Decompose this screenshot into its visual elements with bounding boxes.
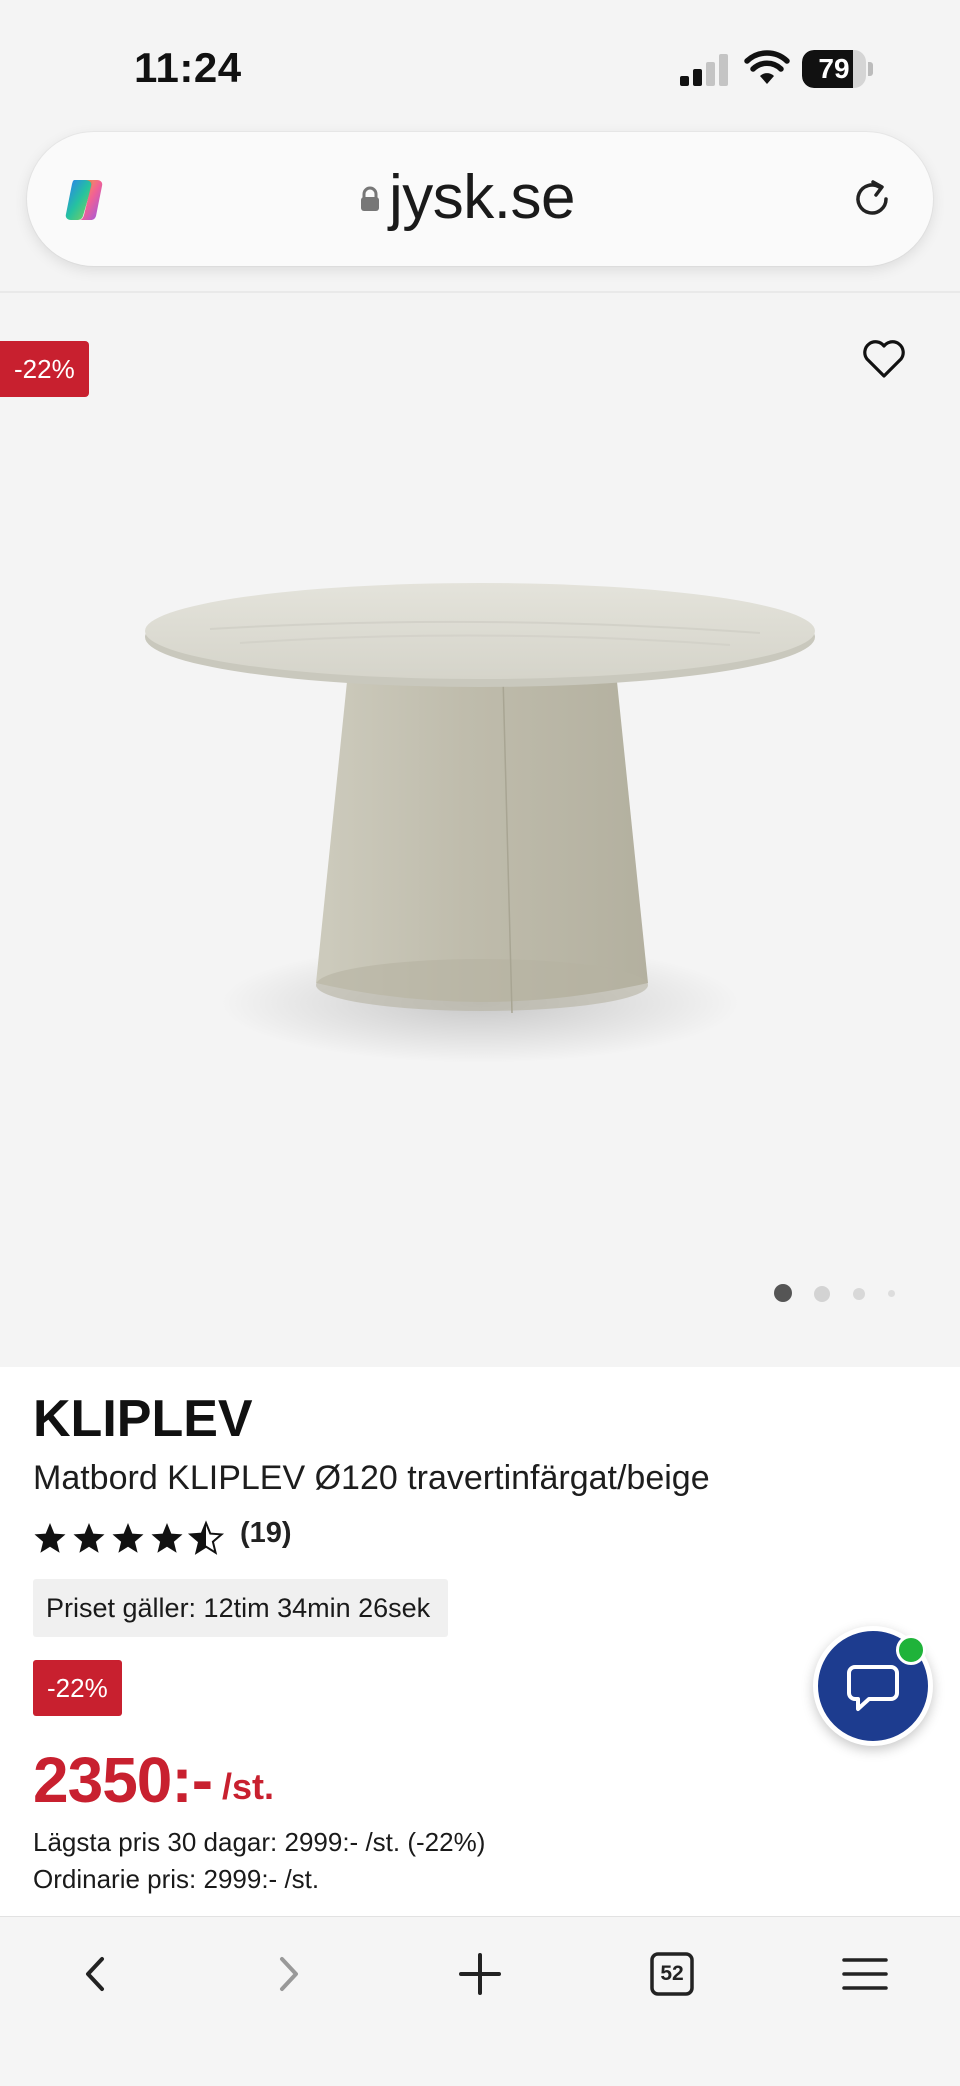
copilot-icon[interactable] [61,174,113,226]
battery-icon: 79 [802,50,873,88]
plus-icon [459,1953,501,1995]
product-image-gallery[interactable]: -22% [0,293,960,1367]
discount-badge: -22% [0,341,89,397]
cellular-signal-icon [680,54,728,86]
chevron-left-icon [86,1957,104,1991]
price-timer-box: Priset gäller: 12tim 34min 26sek [33,1579,448,1637]
rating-stars[interactable] [33,1519,233,1559]
product-info: KLIPLEV Matbord KLIPLEV Ø120 travertinfä… [0,1367,960,1916]
address-bar[interactable]: jysk.se [27,132,933,266]
gallery-indicator-dot[interactable] [853,1288,865,1300]
browser-toolbar: 52 [0,1916,960,2086]
ordinary-price-text: Ordinarie pris: 2999:- /st. [33,1864,320,1894]
price-timer-text: Priset gäller: 12tim 34min 26sek [46,1593,431,1623]
url-text[interactable]: jysk.se [389,162,575,233]
chat-bubble-icon [847,1665,899,1711]
discount-badge: -22% [33,1660,122,1716]
review-count[interactable]: (19) [240,1517,292,1550]
tabs-count: 52 [660,1962,684,1985]
gallery-indicator-dot[interactable] [888,1290,895,1297]
gallery-indicator-dot[interactable] [814,1286,830,1302]
chevron-right-icon [280,1957,298,1991]
back-button[interactable] [60,1939,130,2009]
product-name: Matbord KLIPLEV Ø120 travertinfärgat/bei… [33,1459,710,1497]
favorite-heart-icon[interactable] [862,339,906,379]
lock-icon [361,186,379,211]
forward-button[interactable] [254,1939,324,2009]
star-full-icon [73,1523,105,1553]
gallery-indicator-dot[interactable] [774,1284,792,1302]
hamburger-menu-icon [842,1958,888,1990]
star-full-icon [34,1523,66,1553]
battery-level: 79 [818,53,850,84]
menu-button[interactable] [830,1939,900,2009]
product-brand: KLIPLEV [33,1390,253,1448]
online-status-dot [896,1635,926,1665]
wifi-icon [744,50,790,84]
star-half-icon [189,1522,223,1554]
tabs-button[interactable]: 52 [637,1939,707,2009]
new-tab-button[interactable] [445,1939,515,2009]
product-price: 2350:- [33,1744,213,1816]
status-time: 11:24 [134,44,242,91]
star-full-icon [112,1523,144,1553]
product-image-table [145,583,815,1063]
price-unit: /st. [222,1766,275,1807]
status-bar: 11:24 79 [0,0,960,130]
reload-icon[interactable] [847,174,897,224]
lowest-price-text: Lägsta pris 30 dagar: 2999:- /st. (-22%) [33,1827,486,1857]
star-full-icon [151,1523,183,1553]
